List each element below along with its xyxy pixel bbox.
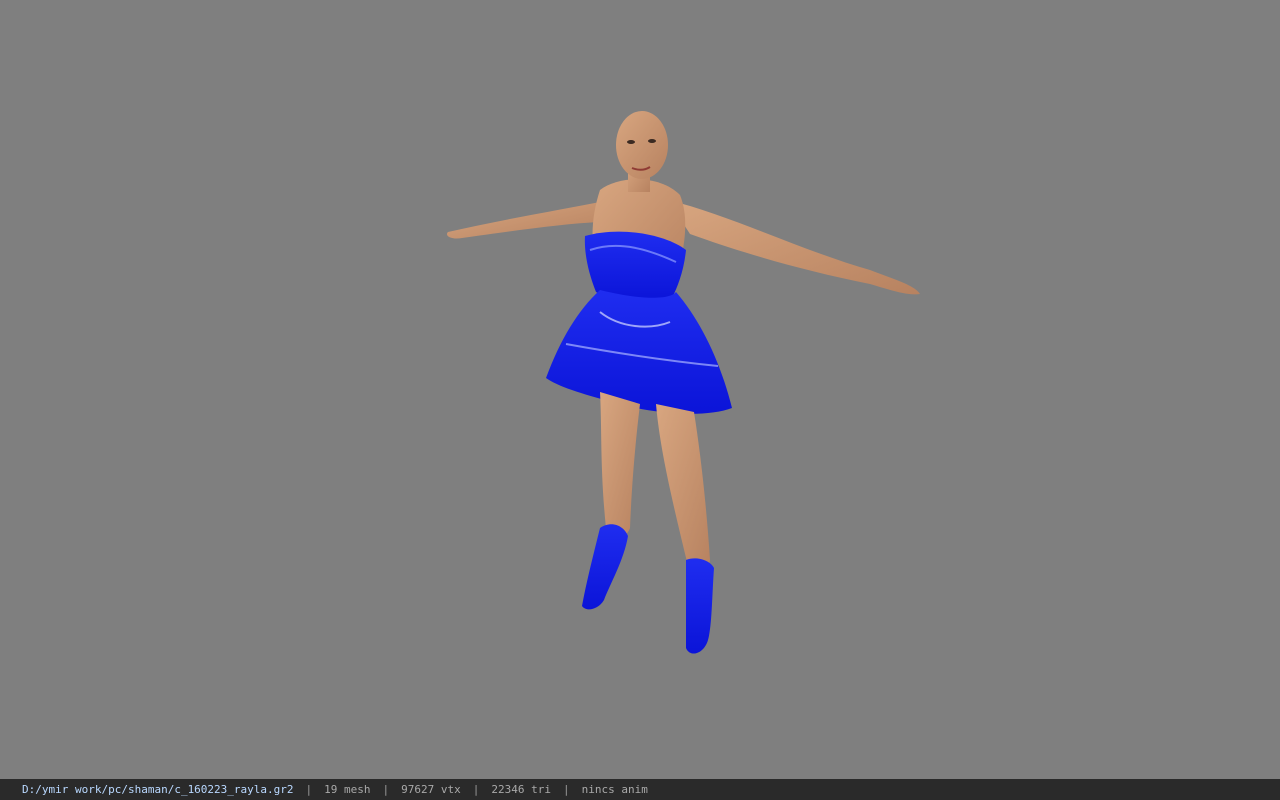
status-bar: D:/ymir work/pc/shaman/c_160223_rayla.gr… [0, 779, 1280, 800]
separator: | [472, 783, 480, 796]
file-path: D:/ymir work/pc/shaman/c_160223_rayla.gr… [22, 783, 294, 796]
vertex-count: 97627 vtx [401, 783, 461, 796]
triangle-count: 22346 tri [491, 783, 551, 796]
separator: | [382, 783, 390, 796]
separator: | [562, 783, 570, 796]
mesh-count: 19 mesh [324, 783, 371, 796]
3d-viewport[interactable] [0, 0, 1280, 779]
separator: | [305, 783, 313, 796]
character-model-icon[interactable] [0, 0, 1280, 779]
animation-status: nincs anim [581, 783, 648, 796]
